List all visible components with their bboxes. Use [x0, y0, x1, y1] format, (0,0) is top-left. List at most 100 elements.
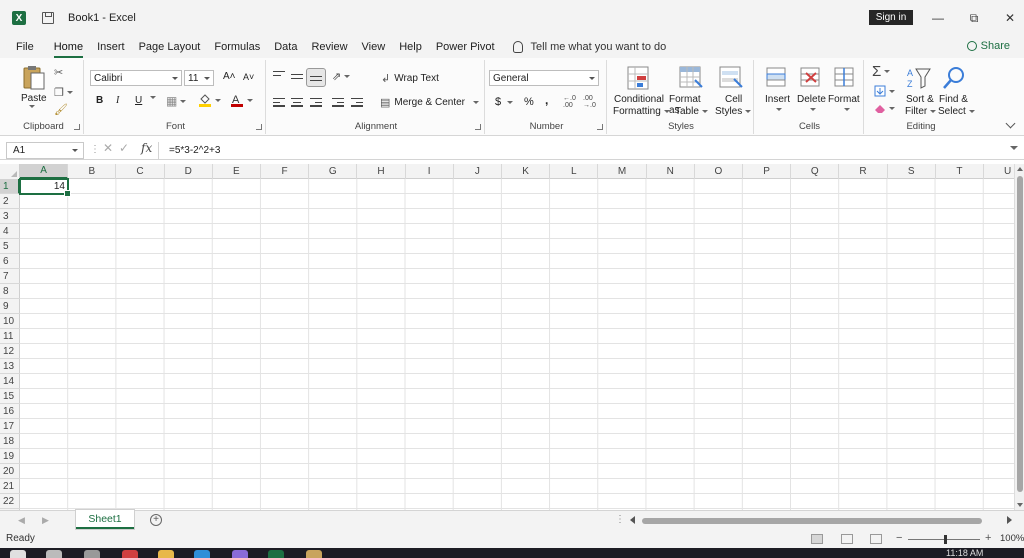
row-header-22[interactable]: 22	[0, 494, 20, 509]
start-icon[interactable]	[10, 550, 26, 558]
row-header-2[interactable]: 2	[0, 194, 20, 209]
cut-icon[interactable]: ✂	[54, 66, 63, 79]
expand-formula-bar-icon[interactable]	[1010, 146, 1018, 150]
row-header-4[interactable]: 4	[0, 224, 20, 239]
sign-in-button[interactable]: Sign in	[869, 10, 913, 25]
find-select-button[interactable]: Find & Select	[936, 64, 975, 120]
percent-button[interactable]: %	[524, 96, 534, 108]
format-as-table-button[interactable]: Format as Table	[667, 64, 713, 120]
row-header-6[interactable]: 6	[0, 254, 20, 269]
grow-font-button[interactable]: A˄	[223, 71, 236, 82]
column-header-h[interactable]: H	[357, 164, 406, 179]
zoom-slider-knob[interactable]	[944, 535, 947, 544]
column-header-s[interactable]: S	[888, 164, 936, 179]
row-header-20[interactable]: 20	[0, 464, 20, 479]
enter-formula-icon[interactable]: ✓	[119, 141, 129, 155]
tab-data[interactable]: Data	[274, 39, 297, 55]
row-header-18[interactable]: 18	[0, 434, 20, 449]
zoom-out-button[interactable]: −	[896, 532, 902, 544]
comma-button[interactable]: ,	[545, 93, 548, 107]
edge-icon[interactable]	[194, 550, 210, 558]
file-explorer-icon[interactable]	[158, 550, 174, 558]
decrease-indent-icon[interactable]	[332, 98, 344, 108]
row-header-8[interactable]: 8	[0, 284, 20, 299]
zoom-slider[interactable]	[908, 535, 980, 544]
tab-view[interactable]: View	[362, 39, 386, 55]
row-header-7[interactable]: 7	[0, 269, 20, 284]
clipboard-launcher-icon[interactable]	[74, 124, 80, 130]
column-header-t[interactable]: T	[936, 164, 984, 179]
tab-formulas[interactable]: Formulas	[214, 39, 260, 55]
vertical-scroll-thumb[interactable]	[1017, 176, 1023, 492]
zoom-in-button[interactable]: +	[985, 532, 991, 544]
font-color-icon[interactable]: A	[230, 93, 253, 107]
scroll-down-icon[interactable]	[1017, 503, 1023, 507]
tab-home[interactable]: Home	[53, 39, 84, 58]
underline-dropdown-icon[interactable]	[147, 96, 156, 99]
cancel-formula-icon[interactable]: ✕	[103, 141, 113, 155]
column-header-e[interactable]: E	[213, 164, 261, 179]
tab-split-grip-icon[interactable]: ⋮	[615, 514, 625, 525]
fill-icon[interactable]	[874, 85, 895, 97]
tab-page-layout[interactable]: Page Layout	[139, 39, 201, 55]
delete-cells-button[interactable]: Delete	[794, 64, 826, 120]
vertical-scrollbar[interactable]	[1014, 164, 1024, 510]
format-cells-button[interactable]: Format	[826, 64, 862, 120]
bold-button[interactable]: B	[96, 95, 103, 106]
column-header-q[interactable]: Q	[791, 164, 840, 179]
row-header-21[interactable]: 21	[0, 479, 20, 494]
close-icon[interactable]: ✕	[992, 0, 1024, 36]
select-all-button[interactable]	[0, 164, 20, 179]
currency-button[interactable]: $	[495, 96, 514, 108]
sheet-tab-sheet1[interactable]: Sheet1	[76, 510, 134, 529]
add-sheet-icon[interactable]: +	[150, 514, 162, 526]
horizontal-scrollbar[interactable]	[630, 515, 1012, 526]
italic-button[interactable]: I	[116, 95, 119, 106]
column-header-l[interactable]: L	[550, 164, 599, 179]
scroll-left-icon[interactable]	[630, 516, 635, 524]
excel-taskbar-icon[interactable]	[268, 550, 284, 558]
active-cell-a1[interactable]: 14	[19, 178, 71, 197]
row-header-17[interactable]: 17	[0, 419, 20, 434]
tab-power-pivot[interactable]: Power Pivot	[436, 39, 495, 55]
row-header-5[interactable]: 5	[0, 239, 20, 254]
save-icon[interactable]	[42, 12, 54, 24]
tab-review[interactable]: Review	[311, 39, 347, 55]
collapse-ribbon-icon[interactable]	[1005, 118, 1016, 129]
wrap-text-button[interactable]: ↲ Wrap Text	[381, 72, 439, 85]
align-right-icon[interactable]	[310, 98, 322, 108]
shrink-font-button[interactable]: A˅	[243, 72, 254, 82]
share-button[interactable]: Share	[966, 40, 1010, 52]
formula-input[interactable]: =5*3-2^2+3	[158, 142, 1006, 159]
bottom-align-button[interactable]	[306, 68, 326, 87]
increase-indent-icon[interactable]	[351, 98, 363, 108]
column-header-a[interactable]: A	[20, 164, 69, 179]
row-header-10[interactable]: 10	[0, 314, 20, 329]
tell-me-box[interactable]: Tell me what you want to do	[512, 41, 666, 53]
tab-file[interactable]: File	[16, 39, 34, 55]
tab-insert[interactable]: Insert	[97, 39, 125, 55]
row-header-1[interactable]: 1	[0, 179, 20, 194]
align-center-icon[interactable]	[291, 98, 303, 108]
page-break-view-icon[interactable]	[870, 534, 882, 544]
borders-icon[interactable]: ▦	[166, 94, 187, 108]
number-format-select[interactable]: General	[489, 70, 599, 86]
font-launcher-icon[interactable]	[256, 124, 262, 130]
minimize-icon[interactable]: —	[920, 0, 956, 36]
copy-icon[interactable]: ❐	[54, 86, 73, 99]
column-header-k[interactable]: K	[502, 164, 551, 179]
restore-icon[interactable]: ⧉	[956, 0, 992, 36]
column-header-j[interactable]: J	[454, 164, 502, 179]
row-header-13[interactable]: 13	[0, 359, 20, 374]
sort-filter-button[interactable]: A Z Sort & Filter	[902, 64, 937, 120]
row-header-16[interactable]: 16	[0, 404, 20, 419]
row-header-19[interactable]: 19	[0, 449, 20, 464]
scroll-up-icon[interactable]	[1017, 167, 1023, 171]
insert-cells-button[interactable]: Insert	[760, 64, 792, 120]
column-header-o[interactable]: O	[695, 164, 743, 179]
cell-styles-button[interactable]: Cell Styles	[713, 64, 752, 120]
orientation-icon[interactable]: ⇗	[332, 70, 351, 83]
number-launcher-icon[interactable]	[597, 124, 603, 130]
column-header-f[interactable]: F	[261, 164, 310, 179]
column-header-c[interactable]: C	[116, 164, 165, 179]
